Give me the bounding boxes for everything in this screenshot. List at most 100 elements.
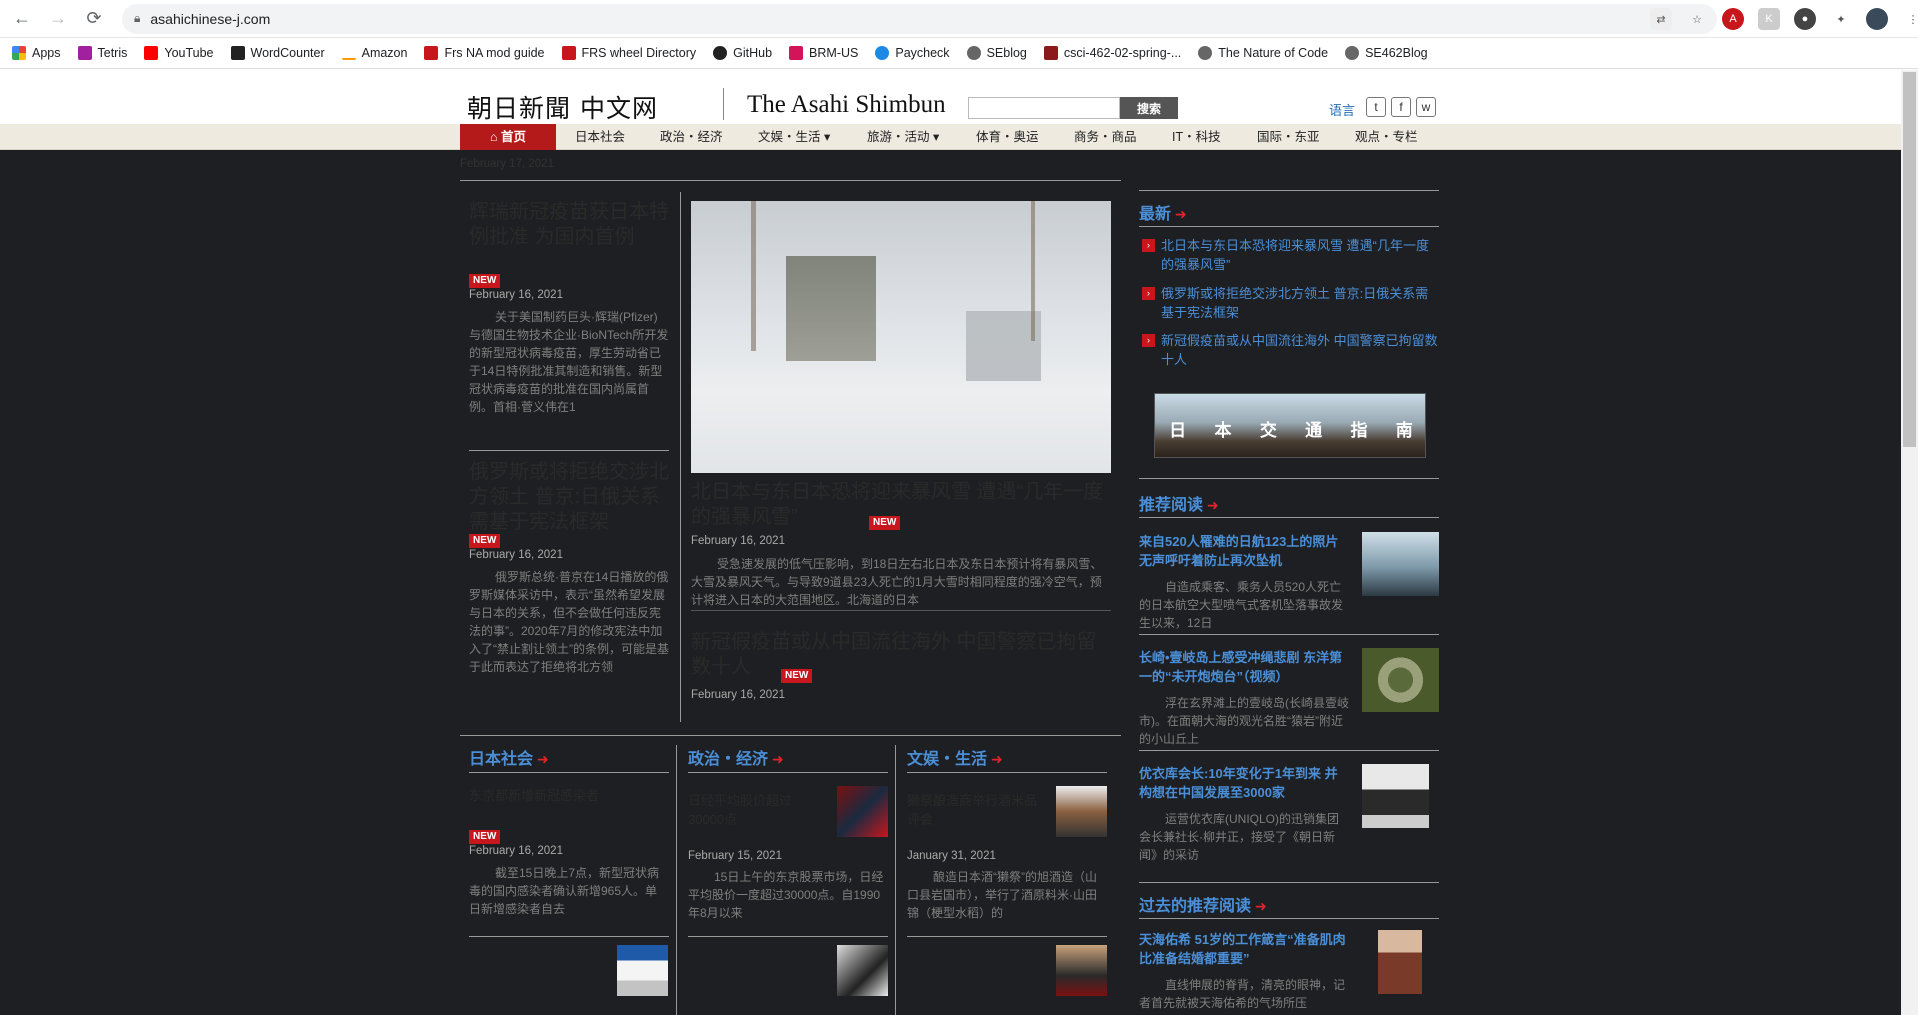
bookmark-tetris[interactable]: Tetris xyxy=(77,46,127,60)
thumbnail-image[interactable] xyxy=(1362,764,1429,828)
language-link[interactable]: 语言 xyxy=(1329,100,1355,119)
nav-entertainment[interactable]: 文娱・生活 ▾ xyxy=(758,124,830,150)
facebook-icon[interactable]: f xyxy=(1391,97,1411,117)
past-recommended-title[interactable]: 天海佑希 51岁的工作箴言“准备肌肉比准备结婚都重要” xyxy=(1139,930,1349,968)
recommended-title[interactable]: 来自520人罹难的日航123上的照片 无声呼吁着防止再次坠机 xyxy=(1139,532,1349,570)
section-title-past-recommended[interactable]: 过去的推荐阅读 ➜ xyxy=(1139,892,1267,916)
extension-icon[interactable]: K xyxy=(1758,8,1780,30)
puzzle-icon[interactable]: ✦ xyxy=(1830,8,1852,30)
bookmark-paycheck[interactable]: Paycheck xyxy=(875,46,950,60)
nav-sports[interactable]: 体育・奥运 xyxy=(976,124,1039,150)
bookmark-csci[interactable]: csci-462-02-spring-... xyxy=(1043,46,1181,60)
bookmark-brm-us[interactable]: BRM-US xyxy=(789,46,858,60)
pole-shape xyxy=(1031,201,1035,341)
page-date: February 17, 2021 xyxy=(460,158,554,170)
second-title[interactable]: 新冠假疫苗或从中国流往海外 中国警察已拘留数十人 xyxy=(691,630,1111,680)
thumbnail-image[interactable] xyxy=(1362,532,1439,596)
nav-opinion[interactable]: 观点・专栏 xyxy=(1355,124,1418,150)
home-icon: ⌂ xyxy=(489,130,501,144)
new-badge: NEW xyxy=(469,830,501,844)
new-badge: NEW xyxy=(781,669,813,683)
nav-it-tech[interactable]: IT・科技 xyxy=(1172,124,1221,150)
bookmark-apps[interactable]: Apps xyxy=(12,46,61,60)
list-item-title[interactable]: 东京都新增新冠感染者 xyxy=(469,785,669,804)
thumbnail-image[interactable] xyxy=(1056,786,1107,837)
new-badge: NEW xyxy=(469,534,501,548)
bookmark-nature-of-code[interactable]: The Nature of Code xyxy=(1198,46,1328,60)
nav-business[interactable]: 商务・商品 xyxy=(1074,124,1137,150)
csci-icon xyxy=(1043,46,1058,60)
bookmark-frs-wheel[interactable]: FRS wheel Directory xyxy=(561,46,696,60)
section-title-entertainment[interactable]: 文娱・生活 ➜ xyxy=(907,745,1003,769)
nav-society[interactable]: 日本社会 xyxy=(575,124,625,150)
list-item-snippet: 截至15日晚上7点，新型冠状病毒的国内感染者确认新增965人。单日新增感染者自去 xyxy=(469,866,660,916)
feature-image[interactable] xyxy=(691,201,1111,473)
recommended-title[interactable]: 长崎•壹岐岛上感受冲绳悲剧 东洋第一的“未开炮炮台”（视频） xyxy=(1139,648,1349,686)
weibo-icon[interactable]: w xyxy=(1416,97,1436,117)
divider xyxy=(1139,517,1439,518)
nav-politics-economy[interactable]: 政治・经济 xyxy=(660,124,723,150)
divider xyxy=(907,936,1107,937)
divider xyxy=(907,772,1107,773)
adblock-extension-icon[interactable]: A xyxy=(1722,8,1744,30)
transport-guide-banner[interactable]: 日 本 交 通 指 南 xyxy=(1154,393,1426,458)
section-title-society[interactable]: 日本社会 ➜ xyxy=(469,745,549,769)
truck-shape xyxy=(786,256,876,361)
reload-icon[interactable]: ⟳ xyxy=(80,5,108,33)
search-button[interactable]: 搜索 xyxy=(1120,97,1178,119)
thumbnail-image[interactable] xyxy=(617,945,668,996)
bookmark-wordcounter[interactable]: WordCounter xyxy=(230,46,325,60)
recommended-title[interactable]: 优衣库会长:10年变化于1年到来 并构想在中国发展至3000家 xyxy=(1139,764,1349,802)
section-title-latest[interactable]: 最新 ➜ xyxy=(1139,200,1187,224)
nav-travel[interactable]: 旅游・活动 ▾ xyxy=(867,124,939,150)
logo-english[interactable]: The Asahi Shimbun xyxy=(747,91,946,119)
forward-icon[interactable]: → xyxy=(44,5,72,33)
thumbnail-image[interactable] xyxy=(1362,648,1439,712)
search-input[interactable] xyxy=(968,97,1120,119)
list-item-title[interactable]: 日经平均股价超过30000点 xyxy=(688,790,828,828)
star-icon[interactable]: ☆ xyxy=(1686,8,1708,30)
twitter-icon[interactable]: t xyxy=(1366,97,1386,117)
bookmark-se462blog[interactable]: SE462Blog xyxy=(1345,46,1428,60)
menu-icon[interactable]: ⋮ xyxy=(1902,8,1918,30)
article-title[interactable]: 俄罗斯或将拒绝交涉北方领土 普京:日俄关系需基于宪法框架 xyxy=(469,460,669,535)
site-header: 朝日新聞 中文网 The Asahi Shimbun 搜索 语言 t f w xyxy=(0,69,1918,124)
bookmark-amazon[interactable]: Amazon xyxy=(341,46,407,60)
bookmark-seblog[interactable]: SEblog xyxy=(966,46,1027,60)
new-badge-wrap: NEW xyxy=(469,270,501,288)
divider xyxy=(1139,882,1439,883)
github-icon xyxy=(713,46,728,60)
past-recommended-snippet: 直线伸展的脊背，清亮的眼神，记者首先就被天海佑希的气场所压 xyxy=(1139,978,1346,1010)
section-title-politics[interactable]: 政治・经济 ➜ xyxy=(688,745,784,769)
new-badge: NEW xyxy=(469,274,501,288)
thumbnail-image[interactable] xyxy=(837,945,888,996)
latest-item[interactable]: › 北日本与东日本恐将迎来暴风雪 遭遇“几年一度的强暴风雪” xyxy=(1139,236,1439,274)
nav-home[interactable]: ⌂ 首页 xyxy=(460,124,556,150)
bookmark-frs-guide[interactable]: Frs NA mod guide xyxy=(424,46,545,60)
thumbnail-image[interactable] xyxy=(837,786,888,837)
bookmark-github[interactable]: GitHub xyxy=(713,46,772,60)
section-title-recommended[interactable]: 推荐阅读 ➜ xyxy=(1139,491,1219,515)
article-title[interactable]: 辉瑞新冠疫苗获日本特例批准 为国内首例 xyxy=(469,200,669,250)
avatar[interactable] xyxy=(1866,8,1888,30)
list-item-date: February 16, 2021 xyxy=(469,845,563,857)
latest-item[interactable]: › 俄罗斯或将拒绝交涉北方领土 普京:日俄关系需基于宪法框架 xyxy=(1139,284,1439,322)
thumbnail-image[interactable] xyxy=(1378,930,1422,994)
logo-chinese[interactable]: 朝日新聞 中文网 xyxy=(467,89,658,125)
arrow-icon: ➜ xyxy=(1255,898,1267,914)
page-scrollbar[interactable] xyxy=(1901,70,1918,1015)
scroll-thumb[interactable] xyxy=(1903,72,1916,447)
nav-international[interactable]: 国际・东亚 xyxy=(1257,124,1320,150)
ghost-extension-icon[interactable]: ● xyxy=(1794,8,1816,30)
divider xyxy=(460,180,1121,181)
bookmark-youtube[interactable]: YouTube xyxy=(144,46,214,60)
back-icon[interactable]: ← xyxy=(8,5,36,33)
address-bar[interactable]: 🔒︎ asahichinese-j.com xyxy=(122,3,1717,34)
latest-item[interactable]: › 新冠假疫苗或从中国流往海外 中国警察已拘留数十人 xyxy=(1139,331,1439,369)
arrow-icon: ➜ xyxy=(1175,206,1187,222)
thumbnail-image[interactable] xyxy=(1056,945,1107,996)
feature-title[interactable]: 北日本与东日本恐将迎来暴风雪 遭遇“几年一度的强暴风雪” xyxy=(691,480,1111,530)
list-item-title[interactable]: 獭祭酿造商举行酒米品评会 xyxy=(907,790,1047,828)
divider xyxy=(469,772,669,773)
translate-icon[interactable]: ⇄ xyxy=(1650,8,1672,30)
